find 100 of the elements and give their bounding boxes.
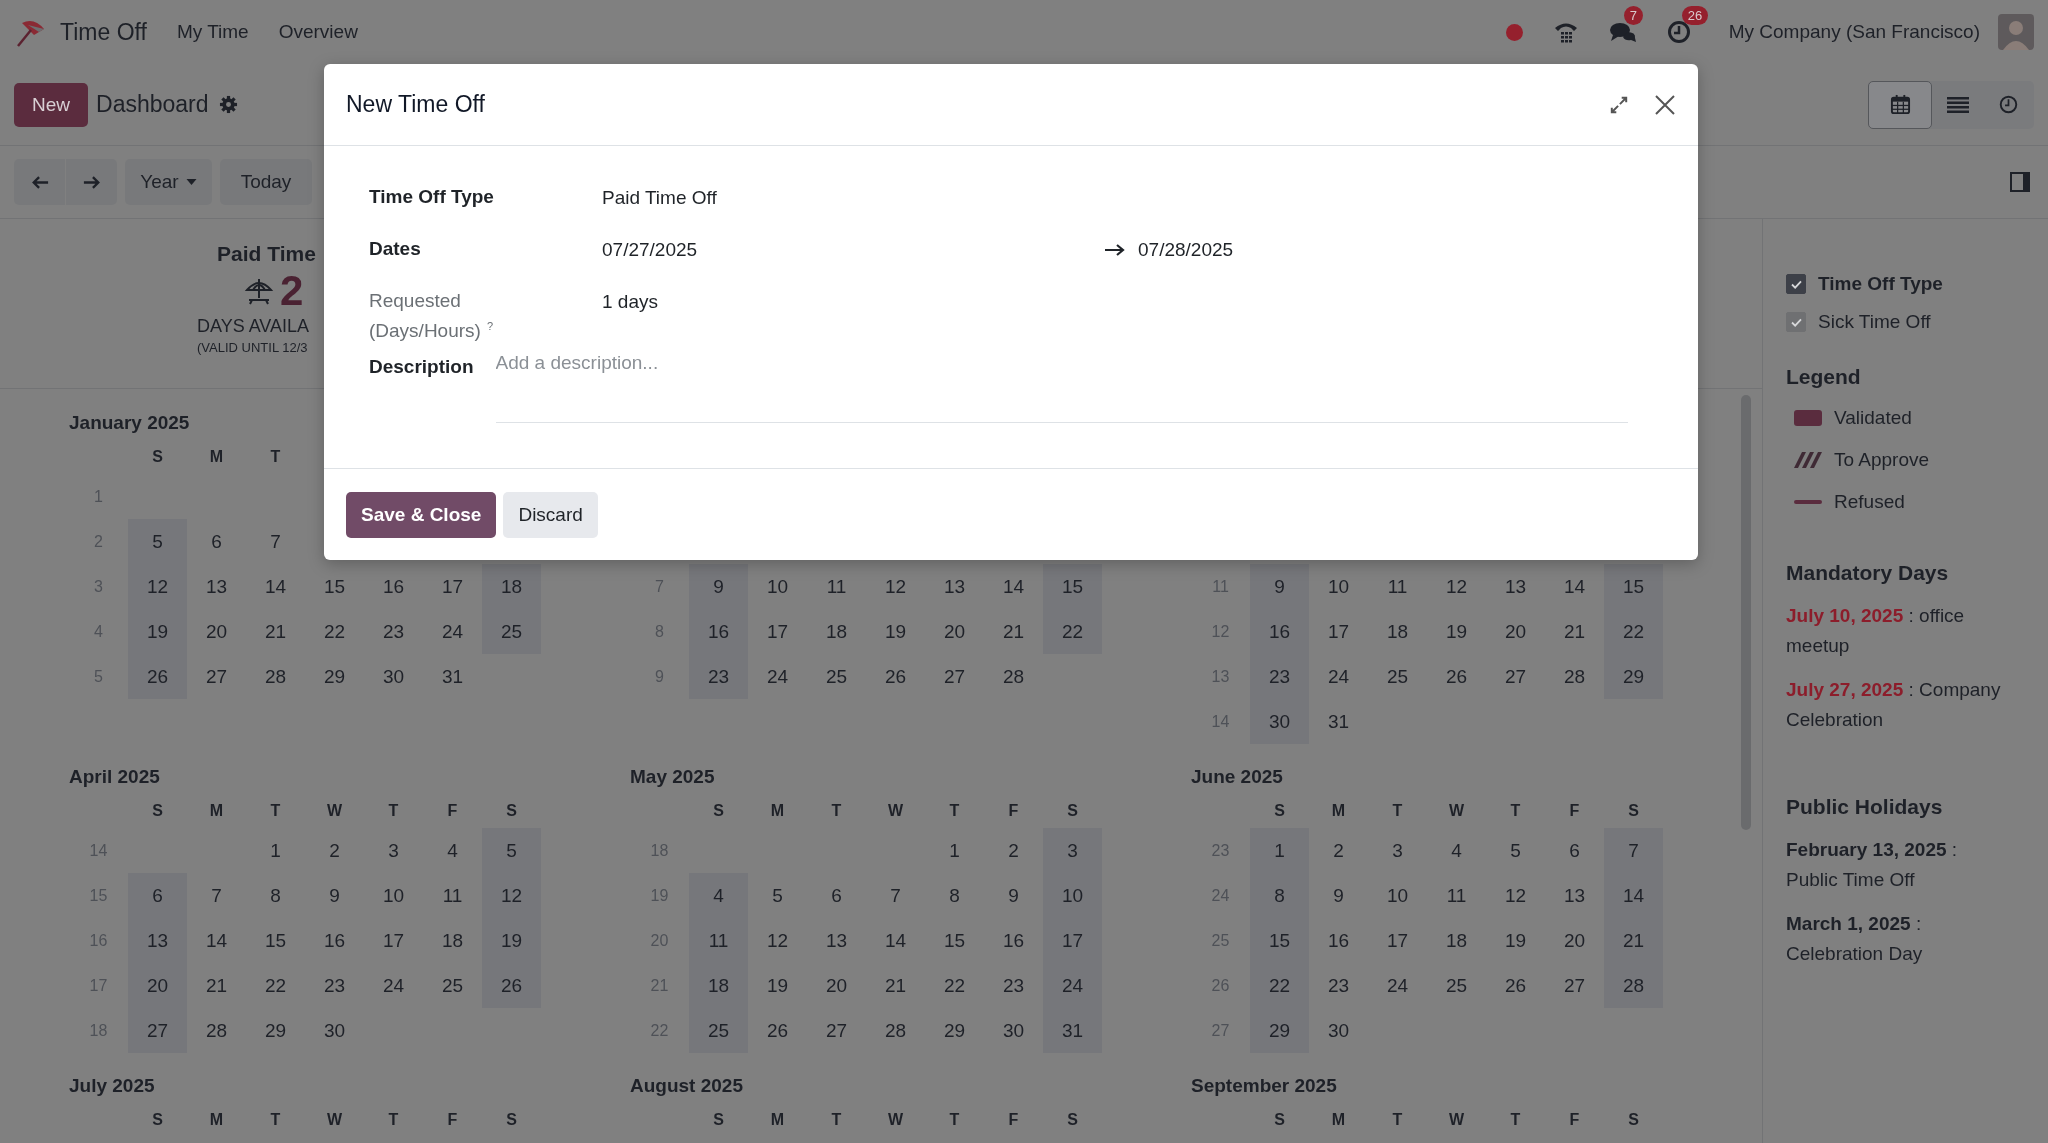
day-cell[interactable]: 11 xyxy=(689,918,748,963)
day-cell[interactable]: 9 xyxy=(305,873,364,918)
day-cell[interactable]: 31 xyxy=(423,654,482,699)
day-cell[interactable]: 10 xyxy=(1368,873,1427,918)
day-cell[interactable]: 7 xyxy=(187,873,246,918)
day-cell[interactable]: 8 xyxy=(246,873,305,918)
day-cell[interactable]: 5 xyxy=(1486,828,1545,873)
day-cell[interactable]: 26 xyxy=(1486,963,1545,1008)
day-cell[interactable]: 31 xyxy=(1309,699,1368,744)
day-cell[interactable]: 16 xyxy=(305,918,364,963)
day-cell[interactable]: 19 xyxy=(866,609,925,654)
day-cell[interactable]: 7 xyxy=(866,873,925,918)
day-cell[interactable]: 19 xyxy=(128,609,187,654)
next-button[interactable] xyxy=(66,159,117,205)
day-cell[interactable]: 14 xyxy=(866,918,925,963)
day-cell[interactable]: 26 xyxy=(1427,654,1486,699)
day-cell[interactable]: 20 xyxy=(807,963,866,1008)
day-cell[interactable]: 5 xyxy=(128,519,187,564)
day-cell[interactable]: 14 xyxy=(1545,564,1604,609)
day-cell[interactable]: 1 xyxy=(1250,828,1309,873)
day-cell[interactable]: 2 xyxy=(305,828,364,873)
day-cell[interactable]: 20 xyxy=(1486,609,1545,654)
day-cell[interactable]: 3 xyxy=(1043,828,1102,873)
day-cell[interactable]: 21 xyxy=(187,963,246,1008)
day-cell[interactable]: 17 xyxy=(1043,918,1102,963)
settings-icon[interactable] xyxy=(218,95,238,114)
day-cell[interactable]: 15 xyxy=(305,564,364,609)
new-button[interactable]: New xyxy=(14,82,88,127)
day-cell[interactable]: 20 xyxy=(925,609,984,654)
day-cell[interactable]: 17 xyxy=(1309,609,1368,654)
day-cell[interactable]: 30 xyxy=(364,654,423,699)
day-cell[interactable]: 24 xyxy=(1309,654,1368,699)
menu-item[interactable]: Overview xyxy=(278,21,358,43)
day-cell[interactable]: 27 xyxy=(128,1008,187,1053)
day-cell[interactable]: 19 xyxy=(482,918,541,963)
day-cell[interactable]: 12 xyxy=(1486,873,1545,918)
day-cell[interactable]: 11 xyxy=(1368,564,1427,609)
day-cell[interactable]: 29 xyxy=(1250,1008,1309,1053)
day-cell[interactable]: 24 xyxy=(748,654,807,699)
day-cell[interactable]: 8 xyxy=(1250,873,1309,918)
day-cell[interactable]: 1 xyxy=(925,828,984,873)
day-cell[interactable]: 4 xyxy=(689,873,748,918)
filter-label[interactable]: Sick Time Off xyxy=(1818,311,1931,333)
day-cell[interactable]: 11 xyxy=(423,873,482,918)
field-value[interactable]: Paid Time Off xyxy=(602,176,717,213)
day-cell[interactable]: 19 xyxy=(748,963,807,1008)
day-cell[interactable]: 18 xyxy=(1427,918,1486,963)
day-cell[interactable]: 9 xyxy=(984,873,1043,918)
day-cell[interactable]: 6 xyxy=(807,873,866,918)
close-icon[interactable] xyxy=(1654,93,1676,116)
day-cell[interactable]: 23 xyxy=(984,963,1043,1008)
day-cell[interactable]: 11 xyxy=(1427,873,1486,918)
day-cell[interactable]: 9 xyxy=(1250,564,1309,609)
day-cell[interactable]: 30 xyxy=(1250,699,1309,744)
day-cell[interactable]: 29 xyxy=(246,1008,305,1053)
day-cell[interactable]: 15 xyxy=(925,918,984,963)
day-cell[interactable]: 16 xyxy=(1309,918,1368,963)
side-panel-icon[interactable] xyxy=(2010,172,2030,192)
day-cell[interactable]: 20 xyxy=(1545,918,1604,963)
chat-icon[interactable] xyxy=(1608,20,1637,44)
day-cell[interactable]: 9 xyxy=(1309,873,1368,918)
day-cell[interactable]: 20 xyxy=(128,963,187,1008)
day-cell[interactable]: 21 xyxy=(866,963,925,1008)
day-cell[interactable]: 10 xyxy=(748,564,807,609)
day-cell[interactable]: 12 xyxy=(866,564,925,609)
day-cell[interactable]: 6 xyxy=(128,873,187,918)
day-cell[interactable]: 30 xyxy=(305,1008,364,1053)
day-cell[interactable]: 18 xyxy=(689,963,748,1008)
day-cell[interactable]: 27 xyxy=(187,654,246,699)
day-cell[interactable]: 13 xyxy=(128,918,187,963)
day-cell[interactable]: 23 xyxy=(305,963,364,1008)
day-cell[interactable]: 26 xyxy=(748,1008,807,1053)
filter-label[interactable]: Time Off Type xyxy=(1818,273,1943,295)
day-cell[interactable]: 10 xyxy=(1309,564,1368,609)
day-cell[interactable]: 21 xyxy=(1545,609,1604,654)
day-cell[interactable]: 24 xyxy=(1043,963,1102,1008)
day-cell[interactable]: 21 xyxy=(1604,918,1663,963)
day-cell[interactable]: 29 xyxy=(925,1008,984,1053)
day-cell[interactable]: 26 xyxy=(866,654,925,699)
day-cell[interactable]: 18 xyxy=(482,564,541,609)
day-cell[interactable]: 23 xyxy=(1309,963,1368,1008)
day-cell[interactable]: 17 xyxy=(364,918,423,963)
day-cell[interactable]: 30 xyxy=(984,1008,1043,1053)
day-cell[interactable]: 25 xyxy=(1427,963,1486,1008)
app-name[interactable]: Time Off xyxy=(60,18,147,46)
day-cell[interactable]: 7 xyxy=(1604,828,1663,873)
day-cell[interactable]: 14 xyxy=(1604,873,1663,918)
previous-button[interactable] xyxy=(14,159,65,205)
day-cell[interactable]: 13 xyxy=(187,564,246,609)
day-cell[interactable]: 31 xyxy=(1043,1008,1102,1053)
day-cell[interactable]: 27 xyxy=(1486,654,1545,699)
day-cell[interactable]: 17 xyxy=(748,609,807,654)
day-cell[interactable]: 13 xyxy=(807,918,866,963)
day-cell[interactable]: 10 xyxy=(1043,873,1102,918)
field-value[interactable]: 1 days xyxy=(602,280,658,317)
day-cell[interactable]: 26 xyxy=(128,654,187,699)
day-cell[interactable]: 18 xyxy=(1368,609,1427,654)
day-cell[interactable]: 22 xyxy=(1604,609,1663,654)
day-cell[interactable]: 8 xyxy=(925,873,984,918)
day-cell[interactable]: 7 xyxy=(246,519,305,564)
